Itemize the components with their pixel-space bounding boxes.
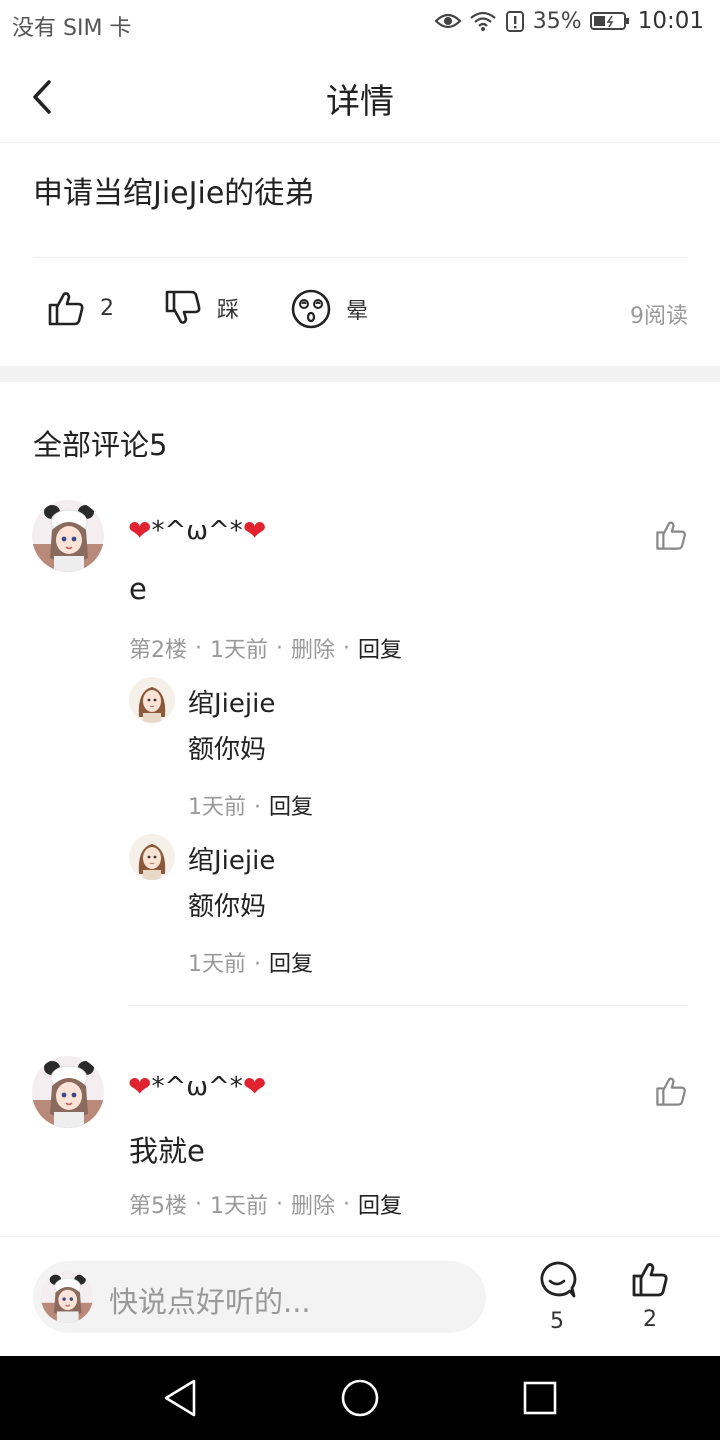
floor-label: 第5楼 [129, 1194, 187, 1219]
heart-icon: ❤ [128, 1070, 152, 1103]
thumbs-up-icon [48, 292, 84, 326]
system-nav-bar [0, 1356, 720, 1440]
reply-link[interactable]: 回复 [358, 632, 402, 664]
divider [33, 257, 688, 258]
nav-back-icon [164, 1379, 196, 1417]
post-title: 申请当绾JieJie的徒弟 [33, 176, 315, 211]
comment-time: 1天前 [210, 1194, 268, 1219]
carrier-label: 没有 SIM 卡 [12, 16, 132, 41]
comments-button[interactable]: 5 [527, 1259, 587, 1334]
comment-meta: 第5楼 · 1天前 · 删除 · 回复 [129, 1188, 402, 1220]
reply-link[interactable]: 回复 [358, 1188, 402, 1220]
wifi-icon [469, 10, 497, 32]
eye-icon [434, 11, 461, 31]
reply-text: 额你妈 [188, 735, 267, 765]
status-icons: 35% 10:01 [434, 8, 704, 34]
input-placeholder: 快说点好听的... [109, 1285, 311, 1319]
comment-author[interactable]: ❤ *^ω^* ❤ [128, 514, 266, 547]
heart-icon: ❤ [242, 1070, 267, 1103]
thumbs-down-icon [165, 290, 201, 324]
battery-percent: 35% [532, 8, 582, 34]
avatar[interactable] [129, 677, 175, 723]
reply-author[interactable]: 绾Jiejie [188, 683, 275, 720]
avatar[interactable] [32, 500, 104, 572]
nav-home-button[interactable] [340, 1378, 380, 1422]
comment-text: 我就e [129, 1134, 205, 1168]
bottom-bar: 快说点好听的... 5 2 [0, 1236, 720, 1356]
nav-recents-button[interactable] [522, 1378, 558, 1422]
comment-like-button[interactable] [654, 1074, 688, 1112]
comment-text: e [129, 572, 147, 606]
avatar[interactable] [129, 834, 175, 880]
thumbs-up-icon [656, 521, 686, 550]
comment-author[interactable]: ❤ *^ω^* ❤ [128, 1070, 266, 1103]
dizzy-face-icon [291, 289, 331, 329]
heart-icon: ❤ [242, 514, 267, 547]
dizzy-button[interactable]: 晕 [290, 288, 368, 330]
dislike-label: 踩 [217, 298, 240, 323]
like-button[interactable]: 2 [46, 288, 114, 328]
dislike-button[interactable]: 踩 [163, 288, 239, 328]
reply-time: 1天前 [188, 952, 246, 977]
nav-home-icon [341, 1379, 379, 1417]
like-button[interactable]: 2 [620, 1259, 680, 1332]
comments-heading: 全部评论5 [33, 428, 168, 462]
like-count: 2 [100, 295, 114, 321]
status-bar: 没有 SIM 卡 35% 10:01 [0, 0, 720, 50]
thumbs-up-icon [632, 1263, 668, 1297]
nav-back-button[interactable] [162, 1378, 198, 1422]
thumbs-up-icon [656, 1077, 686, 1106]
avatar[interactable] [32, 1056, 104, 1128]
avatar [41, 1271, 93, 1323]
page-title: 详情 [326, 82, 394, 122]
clock: 10:01 [637, 8, 704, 34]
delete-link[interactable]: 删除 [291, 1188, 335, 1220]
comment-time: 1天前 [210, 638, 268, 663]
like-count: 2 [643, 1307, 657, 1332]
reply-text: 额你妈 [188, 892, 267, 922]
comment-count: 5 [550, 1309, 564, 1334]
reply-meta: 1天前 · 回复 [188, 952, 314, 977]
reply-time: 1天前 [188, 795, 246, 820]
comment-meta: 第2楼 · 1天前 · 删除 · 回复 [129, 632, 402, 664]
floor-label: 第2楼 [129, 638, 187, 663]
comment-like-button[interactable] [654, 518, 688, 556]
post-actions: 2 踩 晕 9阅读 [0, 280, 720, 346]
dizzy-label: 晕 [346, 299, 369, 324]
nav-recents-icon [523, 1381, 557, 1415]
divider [128, 1005, 688, 1006]
reply-author[interactable]: 绾Jiejie [188, 840, 275, 877]
battery-icon [589, 11, 630, 31]
comment-input[interactable]: 快说点好听的... [33, 1261, 486, 1333]
app-header: 详情 [0, 50, 720, 143]
comment-author-name: *^ω^* [151, 1071, 243, 1102]
heart-icon: ❤ [128, 514, 152, 547]
comment-bubble-icon [540, 1261, 577, 1298]
reply-meta: 1天前 · 回复 [188, 795, 314, 820]
reply-link[interactable]: 回复 [269, 952, 313, 977]
reply-link[interactable]: 回复 [269, 795, 313, 820]
comment-author-name: *^ω^* [151, 515, 243, 546]
section-divider [0, 366, 720, 382]
alert-icon [505, 10, 525, 32]
read-count: 9阅读 [630, 304, 688, 329]
delete-link[interactable]: 删除 [291, 632, 335, 664]
